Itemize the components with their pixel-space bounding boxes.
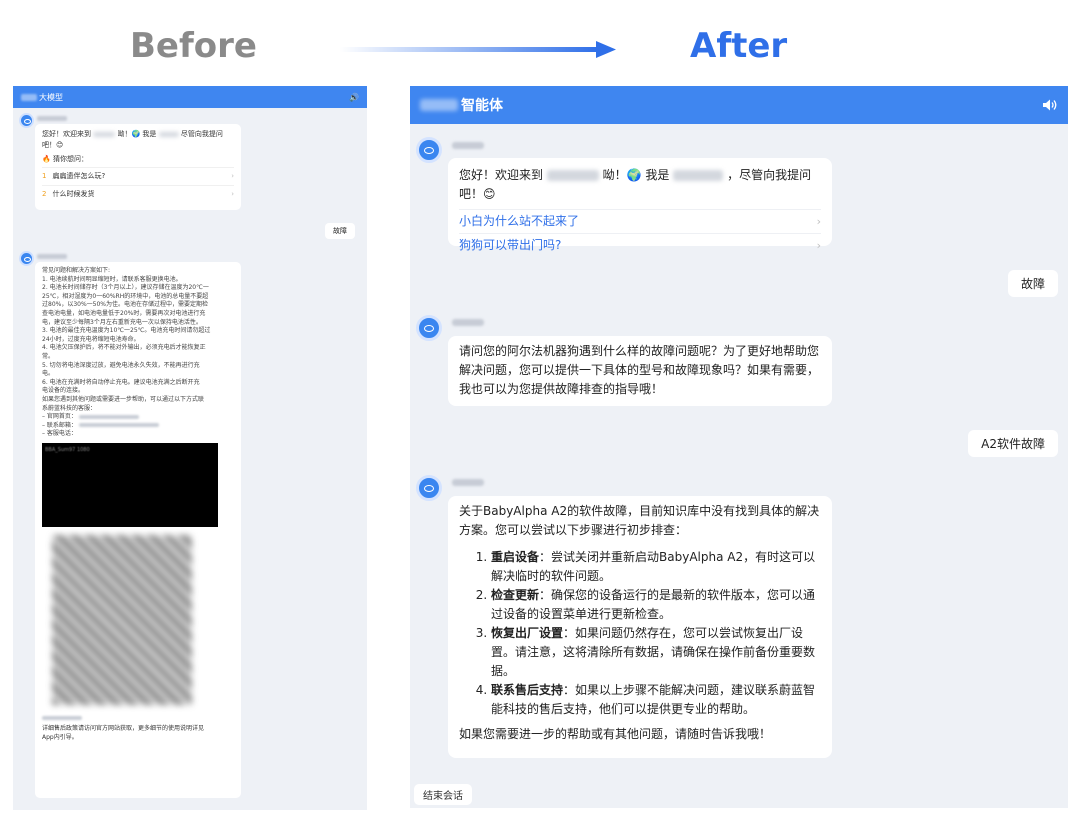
contact-item: – 联系邮箱： bbox=[42, 422, 234, 431]
before-chat-panel: 大模型 🔊 您好！欢迎来到 呦！🌍 我是 尽管向我提问吧！😊 🔥 猜你想问： 1… bbox=[13, 86, 367, 810]
suggestion-item[interactable]: 1 扁扁遗伴怎么玩? › bbox=[42, 167, 234, 185]
user-message: 故障 bbox=[1007, 270, 1058, 297]
contact-item: – 官网首页： bbox=[42, 413, 234, 422]
chevron-right-icon: › bbox=[816, 239, 821, 252]
troubleshoot-steps: 重启设备：尝试关闭并重新启动BabyAlpha A2，有时这可以解决临时的软件问… bbox=[491, 548, 821, 719]
redacted-bot-name bbox=[452, 319, 484, 326]
before-chat-header: 大模型 🔊 bbox=[13, 86, 367, 108]
suggestion-item[interactable]: 狗狗可以带出门吗? › bbox=[459, 233, 821, 257]
arrow-right-icon bbox=[340, 41, 616, 58]
reply-card: 请问您的阿尔法机器狗遇到什么样的故障问题呢？为了更好地帮助您解决问题，您可以提供… bbox=[448, 336, 832, 406]
after-header-title: 智能体 bbox=[461, 98, 503, 114]
bot-avatar bbox=[19, 251, 34, 266]
fire-icon: 🔥 bbox=[42, 155, 51, 163]
redacted-bot-name bbox=[452, 479, 484, 486]
before-reply-card: 常见问题和解决方案如下: 1. 电池续航时间明显缩短时，请联系客服更换电池。 2… bbox=[35, 262, 241, 798]
greeting-text: 您好！欢迎来到 呦！🌍 我是 ，尽管向我提问吧！😊 bbox=[459, 168, 812, 201]
bot-avatar bbox=[416, 475, 442, 501]
redacted-bot-name bbox=[452, 142, 484, 149]
greeting-text: 您好！欢迎来到 bbox=[42, 130, 91, 138]
user-message: A2软件故障 bbox=[968, 430, 1058, 457]
reply-card: 关于BabyAlpha A2的软件故障，目前知识库中没有找到具体的解决方案。您可… bbox=[448, 496, 832, 758]
end-session-button[interactable]: 结束会话 bbox=[414, 784, 472, 805]
chevron-right-icon: › bbox=[231, 190, 234, 198]
qr-code-image bbox=[52, 534, 192, 705]
bot-avatar bbox=[416, 315, 442, 341]
redacted-name bbox=[21, 93, 37, 101]
after-chat-panel: 智能体 您好！欢迎来到 呦！🌍 我是 ，尽管向我提问吧！😊 小白为什么站不起来了… bbox=[410, 86, 1068, 808]
contact-item: – 客服电话： bbox=[42, 430, 77, 438]
reply-intro: 关于BabyAlpha A2的软件故障，目前知识库中没有找到具体的解决方案。您可… bbox=[459, 504, 820, 537]
before-greeting-card: 您好！欢迎来到 呦！🌍 我是 尽管向我提问吧！😊 🔥 猜你想问： 1 扁扁遗伴怎… bbox=[35, 124, 241, 210]
guess-label: 🔥 猜你想问： bbox=[42, 155, 88, 163]
reply-outro: 如果您需要进一步的帮助或有其他问题，请随时告诉我哦！ bbox=[459, 727, 772, 741]
redacted-bot-name bbox=[37, 254, 67, 259]
redacted-bot-name bbox=[37, 116, 67, 121]
chevron-right-icon: › bbox=[816, 215, 821, 228]
speaker-icon[interactable] bbox=[1042, 98, 1058, 112]
user-message: 故障 bbox=[325, 223, 355, 239]
before-label: Before bbox=[130, 26, 257, 66]
after-chat-header: 智能体 bbox=[410, 86, 1068, 124]
reply-text: 常见问题和解决方案如下: 1. 电池续航时间明显缩短时，请联系客服更换电池。 2… bbox=[42, 267, 234, 439]
bot-avatar bbox=[19, 113, 34, 128]
chevron-right-icon: › bbox=[231, 172, 234, 180]
redacted-name bbox=[420, 99, 458, 111]
bot-avatar bbox=[416, 137, 442, 163]
video-thumbnail[interactable]: BBA_Sum97 1080 bbox=[42, 442, 218, 527]
suggestion-item[interactable]: 小白为什么站不起来了 › bbox=[459, 209, 821, 233]
footer-text: 详细售后政策请访问官方网站获取，更多细节的使用说明详见 App内引导。 bbox=[42, 725, 205, 742]
step-item: 恢复出厂设置：如果问题仍然存在，您可以尝试恢复出厂设置。请注意，这将清除所有数据… bbox=[491, 624, 821, 681]
before-header-title: 大模型 bbox=[39, 92, 63, 102]
speaker-icon[interactable]: 🔊 bbox=[349, 93, 359, 102]
greeting-card: 您好！欢迎来到 呦！🌍 我是 ，尽管向我提问吧！😊 小白为什么站不起来了 › 狗… bbox=[448, 158, 832, 252]
step-item: 联系售后支持：如果以上步骤不能解决问题，建议联系蔚蓝智能科技的售后支持，他们可以… bbox=[491, 681, 821, 719]
after-label: After bbox=[690, 26, 788, 66]
step-item: 重启设备：尝试关闭并重新启动BabyAlpha A2，有时这可以解决临时的软件问… bbox=[491, 548, 821, 586]
suggestion-item[interactable]: 2 什么时候发货 › bbox=[42, 185, 234, 203]
step-item: 检查更新：确保您的设备运行的是最新的软件版本，您可以通过设备的设置菜单进行更新检… bbox=[491, 586, 821, 624]
